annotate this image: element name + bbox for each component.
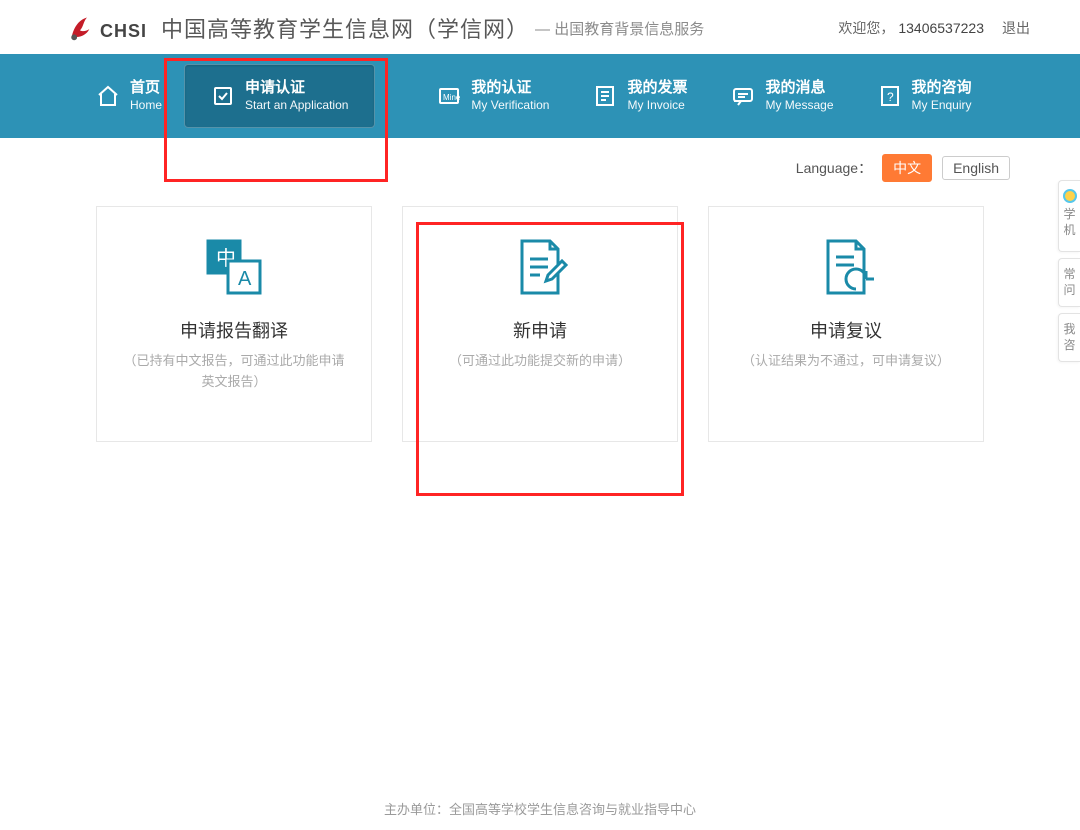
side-tab-text: 机 [1063, 223, 1075, 239]
nav-label-cn: 我的消息 [765, 79, 833, 98]
side-tab-text: 常 [1063, 267, 1075, 281]
card-desc: （已持有中文报告，可通过此功能申请英文报告） [97, 351, 371, 393]
lang-zh-button[interactable]: 中文 [882, 154, 932, 182]
message-icon [731, 84, 755, 108]
header-user-area: 欢迎您， 13406537223 退出 [838, 18, 1030, 38]
nav-label-cn: 首页 [130, 79, 162, 98]
reconsideration-icon [814, 235, 878, 299]
side-tab-text: 咨 [1063, 338, 1075, 352]
card-desc: （认证结果为不通过，可申请复议） [720, 351, 972, 372]
nav-label-en: My Invoice [627, 98, 687, 113]
card-new-application[interactable]: 新申请 （可通过此功能提交新的申请） [402, 206, 678, 442]
translate-icon: 中 A [202, 235, 266, 299]
invoice-icon [593, 84, 617, 108]
card-reconsideration[interactable]: 申请复议 （认证结果为不通过，可申请复议） [708, 206, 984, 442]
language-switch: Language： 中文 English [0, 138, 1080, 206]
avatar-icon [1063, 189, 1077, 203]
site-subtitle: — 出国教育背景信息服务 [535, 18, 704, 39]
nav-label-cn: 我的咨询 [912, 79, 972, 98]
side-tab-org[interactable]: 学 机 [1058, 180, 1080, 252]
logo-text: CHSI [100, 21, 147, 42]
nav-start-application[interactable]: 申请认证 Start an Application [184, 64, 375, 128]
lang-en-button[interactable]: English [942, 156, 1010, 180]
site-title: 中国高等教育学生信息网（学信网） [161, 12, 529, 44]
user-phone: 13406537223 [898, 20, 984, 36]
side-tab-text: 我 [1063, 322, 1075, 336]
nav-my-verification[interactable]: Mine 我的认证 My Verification [415, 69, 571, 123]
nav-label-cn: 我的发票 [627, 79, 687, 98]
svg-text:A: A [238, 268, 252, 290]
nav-label-en: Home [130, 98, 162, 113]
side-tabs: 学 机 常 问 我 咨 [1058, 180, 1080, 362]
side-tab-consult[interactable]: 我 咨 [1058, 313, 1080, 362]
nav-home[interactable]: 首页 Home [74, 69, 184, 123]
main-nav: 首页 Home 申请认证 Start an Application Mine 我… [0, 54, 1080, 138]
card-desc: （可通过此功能提交新的申请） [427, 351, 653, 372]
nav-label-cn: 我的认证 [471, 79, 549, 98]
logout-link[interactable]: 退出 [1002, 18, 1030, 38]
checklist-icon [211, 84, 235, 108]
nav-my-message[interactable]: 我的消息 My Message [709, 69, 855, 123]
nav-my-enquiry[interactable]: ? 我的咨询 My Enquiry [856, 69, 994, 123]
footer-org: 主办单位：全国高等学校学生信息咨询与就业指导中心 [0, 799, 1080, 818]
application-cards: 中 A 申请报告翻译 （已持有中文报告，可通过此功能申请英文报告） 新申请 （可… [0, 206, 1080, 442]
verification-icon: Mine [437, 84, 461, 108]
svg-text:?: ? [887, 90, 894, 104]
side-tab-faq[interactable]: 常 问 [1058, 258, 1080, 307]
bird-icon [66, 14, 94, 42]
side-tab-text: 问 [1063, 283, 1075, 297]
enquiry-icon: ? [878, 84, 902, 108]
nav-label-en: My Message [765, 98, 833, 113]
card-title: 新申请 [513, 317, 567, 343]
nav-label-cn: 申请认证 [245, 79, 348, 98]
nav-label-en: My Verification [471, 98, 549, 113]
card-title: 申请复议 [810, 317, 882, 343]
welcome-label: 欢迎您， [838, 18, 894, 38]
card-translate-report[interactable]: 中 A 申请报告翻译 （已持有中文报告，可通过此功能申请英文报告） [96, 206, 372, 442]
home-icon [96, 84, 120, 108]
nav-label-en: Start an Application [245, 98, 348, 113]
nav-label-en: My Enquiry [912, 98, 972, 113]
footer: 主办单位：全国高等学校学生信息咨询与就业指导中心 [0, 799, 1080, 818]
svg-text:Mine: Mine [443, 93, 461, 102]
side-tab-text: 学 [1063, 207, 1075, 223]
header: CHSI 中国高等教育学生信息网（学信网） — 出国教育背景信息服务 欢迎您， … [0, 0, 1080, 54]
new-application-icon [508, 235, 572, 299]
nav-my-invoice[interactable]: 我的发票 My Invoice [571, 69, 709, 123]
language-label: Language： [796, 158, 872, 178]
logo[interactable]: CHSI [66, 14, 147, 42]
card-title: 申请报告翻译 [180, 317, 288, 343]
